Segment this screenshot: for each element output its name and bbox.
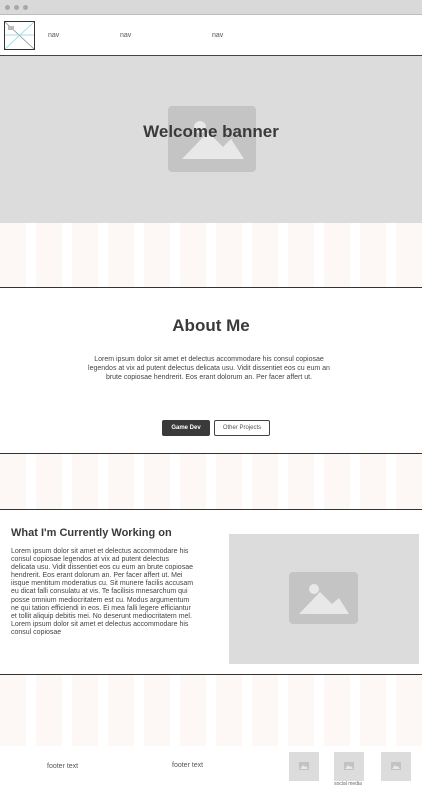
footer-text-center: footer text [172, 762, 204, 769]
nav-link-3[interactable]: nav [212, 32, 223, 39]
maximize-window-dot-icon[interactable] [23, 5, 28, 10]
about-text: Lorem ipsum dolor sit amet et delectus a… [88, 356, 330, 381]
nav-link-1[interactable]: nav [48, 32, 59, 39]
minimize-window-dot-icon[interactable] [14, 5, 19, 10]
logo-placeholder-icon [4, 21, 35, 50]
section-divider [0, 287, 422, 288]
current-work-image [229, 534, 419, 664]
stripe-divider-band [0, 454, 422, 509]
image-icon [299, 762, 309, 770]
current-work-text: Lorem ipsum dolor sit amet et delectus a… [11, 548, 194, 636]
social-media-link-1[interactable] [289, 752, 319, 781]
logo-placeholder[interactable] [4, 21, 35, 50]
welcome-banner: Welcome banner [0, 56, 422, 223]
current-work-title: What I'm Currently Working on [11, 527, 172, 539]
nav-link-2[interactable]: nav [120, 32, 131, 39]
social-media-link-2[interactable] [334, 752, 364, 781]
work-image-icon [289, 572, 358, 624]
section-divider [0, 509, 422, 510]
footer-text-left: footer text [47, 763, 79, 770]
navbar: nav nav nav [0, 15, 422, 56]
social-media-label: social media [334, 781, 362, 787]
banner-title: Welcome banner [143, 122, 279, 141]
stripe-divider-band [0, 223, 422, 287]
image-icon [391, 762, 401, 770]
window-titlebar [0, 0, 422, 15]
social-media-link-3[interactable] [381, 752, 411, 781]
about-title: About Me [172, 316, 250, 335]
footer: footer text footer text social media [0, 746, 422, 787]
game-dev-button[interactable]: Game Dev [162, 420, 210, 436]
image-icon [344, 762, 354, 770]
stripe-divider-band [0, 675, 422, 746]
close-window-dot-icon[interactable] [5, 5, 10, 10]
other-projects-button[interactable]: Other Projects [214, 420, 270, 436]
